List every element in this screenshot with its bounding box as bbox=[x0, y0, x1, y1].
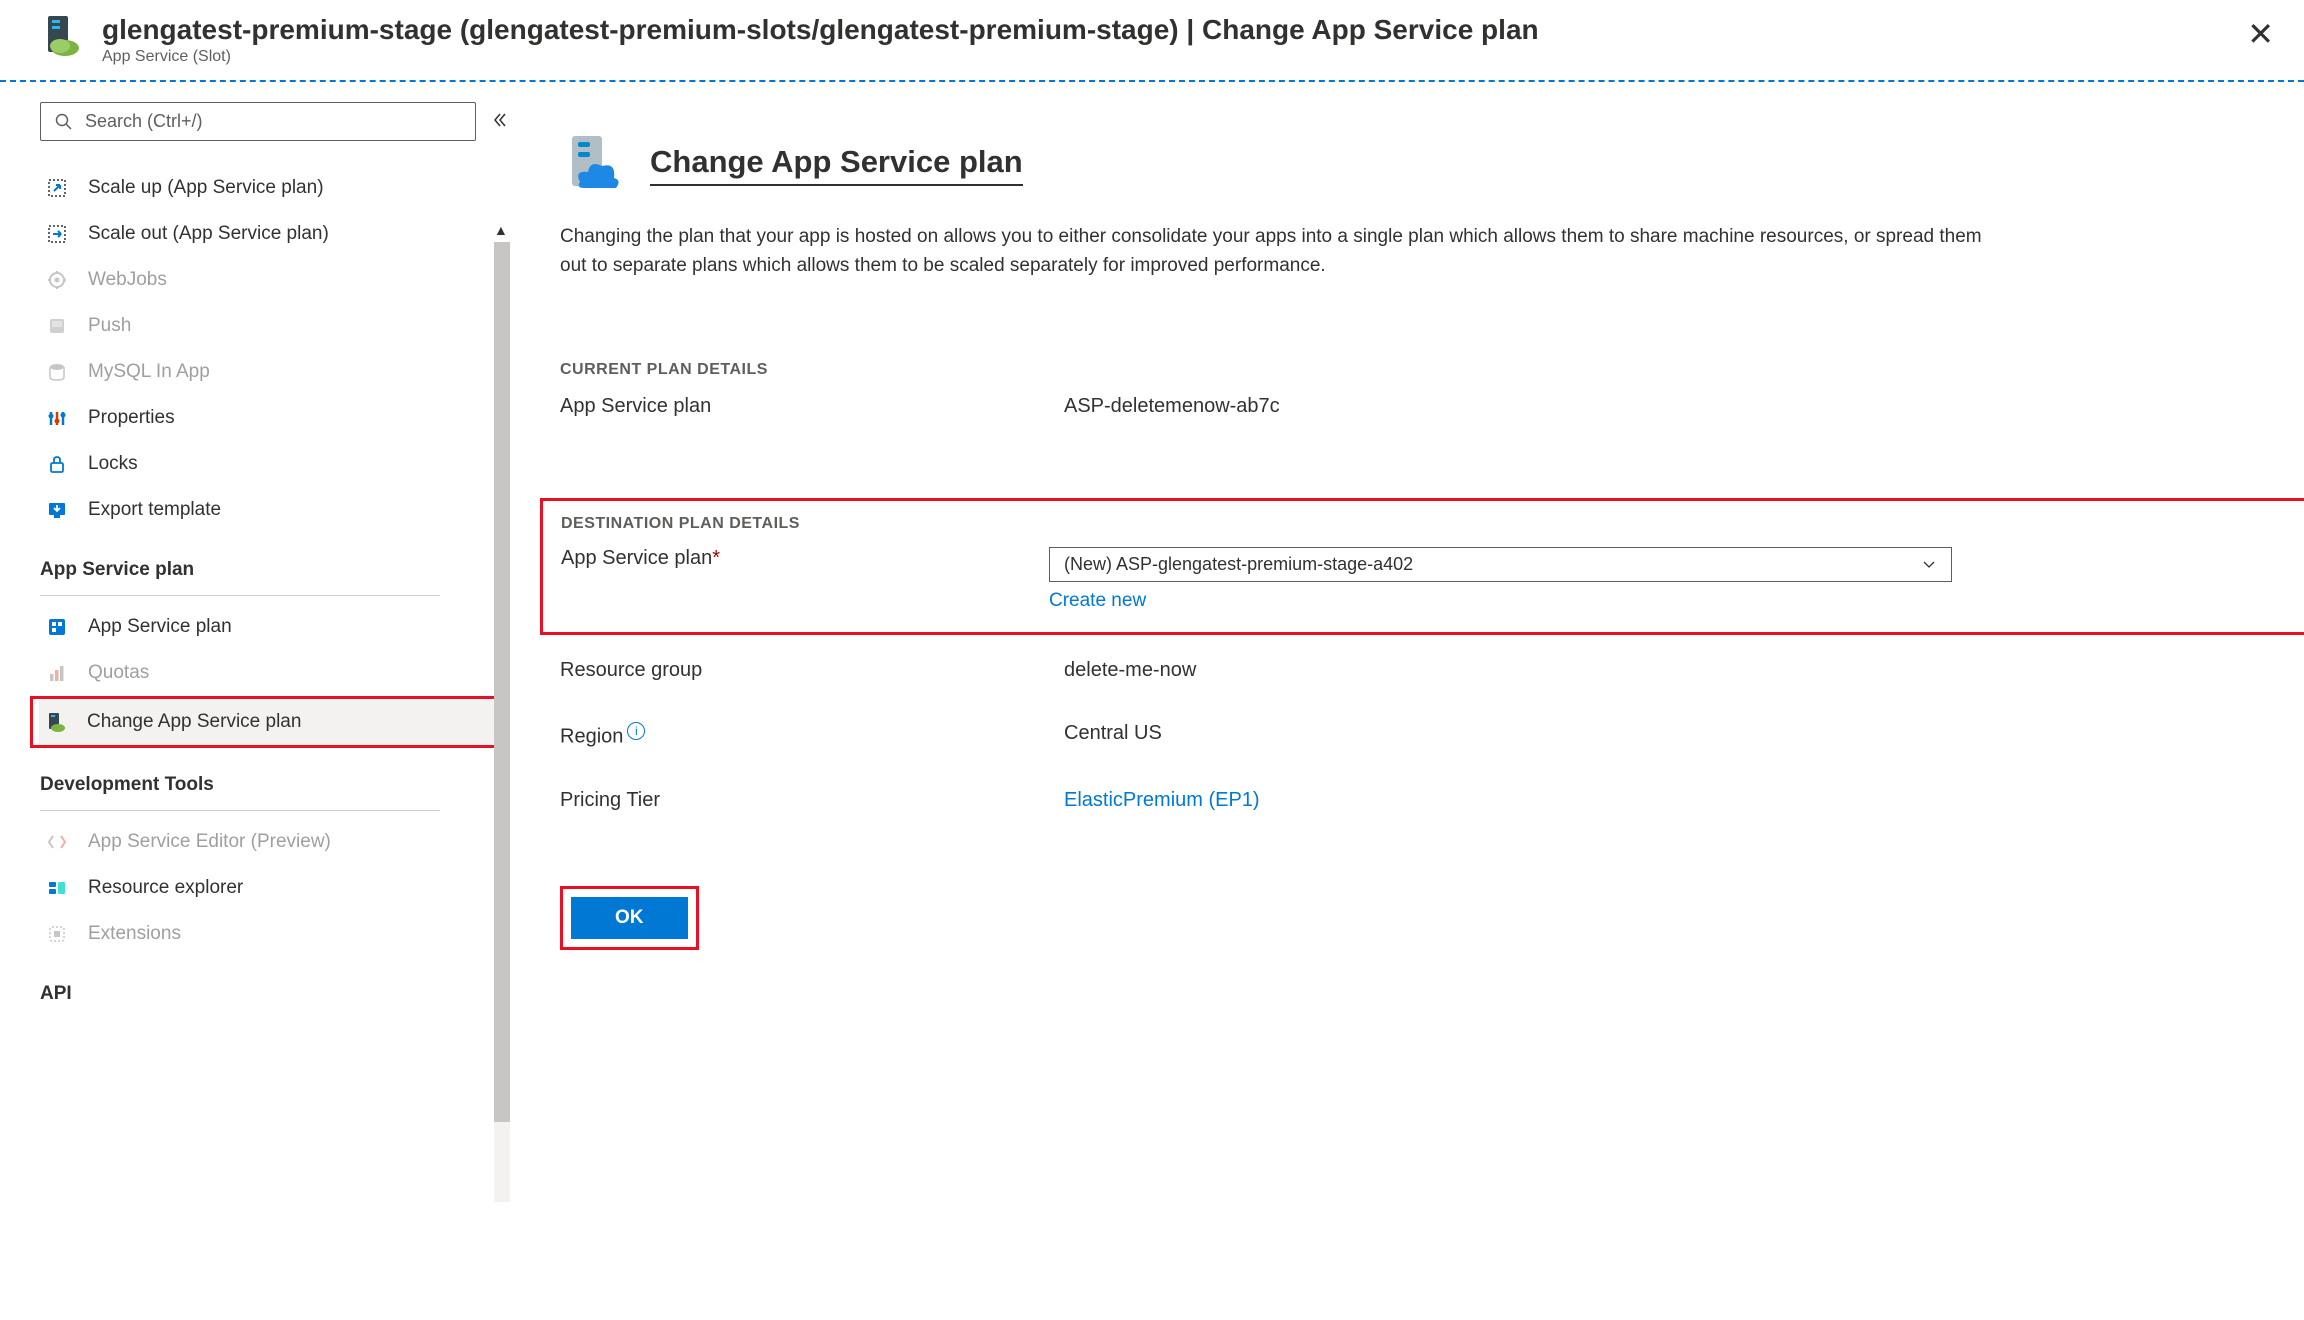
close-icon[interactable]: ✕ bbox=[2247, 18, 2274, 50]
app-service-plan-icon bbox=[560, 132, 626, 198]
current-plan-section-label: CURRENT PLAN DETAILS bbox=[560, 361, 2304, 379]
sidebar-item-webjobs[interactable]: WebJobs bbox=[40, 257, 508, 303]
sidebar-item-resource-explorer[interactable]: Resource explorer bbox=[40, 865, 508, 911]
search-icon bbox=[55, 113, 73, 131]
asp-icon bbox=[44, 614, 70, 640]
editor-icon bbox=[44, 829, 70, 855]
sidebar-item-label: Extensions bbox=[88, 923, 181, 945]
sidebar-item-app-service-plan[interactable]: App Service plan bbox=[40, 604, 508, 650]
webjobs-icon bbox=[44, 267, 70, 293]
sidebar-item-properties[interactable]: Properties bbox=[40, 395, 508, 441]
sidebar-item-label: Export template bbox=[88, 499, 221, 521]
sidebar-item-label: Scale out (App Service plan) bbox=[88, 223, 329, 245]
pricing-tier-link[interactable]: ElasticPremium (EP1) bbox=[1064, 789, 1260, 812]
scroll-arrow-up-icon[interactable]: ▲ bbox=[494, 222, 510, 238]
app-service-slot-icon bbox=[40, 14, 84, 58]
mysql-icon bbox=[44, 359, 70, 385]
sidebar-item-label: Properties bbox=[88, 407, 175, 429]
sidebar-item-extensions[interactable]: Extensions bbox=[40, 911, 508, 957]
current-plan-value: ASP-deletemenow-ab7c bbox=[1064, 395, 1280, 418]
main-content: Change App Service plan Changing the pla… bbox=[520, 82, 2304, 1318]
sidebar-item-highlight: Change App Service plan bbox=[30, 696, 508, 748]
export-icon bbox=[44, 497, 70, 523]
resource-explorer-icon bbox=[44, 875, 70, 901]
page-description: Changing the plan that your app is hoste… bbox=[560, 222, 2000, 281]
info-icon[interactable]: i bbox=[627, 722, 645, 740]
search-placeholder: Search (Ctrl+/) bbox=[85, 111, 203, 132]
divider bbox=[40, 810, 440, 811]
sidebar-item-label: Quotas bbox=[88, 662, 149, 684]
push-icon bbox=[44, 313, 70, 339]
region-label: Regioni bbox=[560, 722, 1064, 749]
sidebar-item-label: Scale up (App Service plan) bbox=[88, 177, 324, 199]
destination-plan-dropdown[interactable]: (New) ASP-glengatest-premium-stage-a402 bbox=[1049, 547, 1952, 582]
sidebar-item-label: App Service plan bbox=[88, 616, 232, 638]
sidebar-item-mysql-in-app[interactable]: MySQL In App bbox=[40, 349, 508, 395]
locks-icon bbox=[44, 451, 70, 477]
sidebar-item-label: MySQL In App bbox=[88, 361, 210, 383]
sidebar-item-scale-out-app-service-plan[interactable]: Scale out (App Service plan) bbox=[40, 211, 508, 257]
ok-button[interactable]: OK bbox=[571, 897, 688, 939]
ok-button-highlight: OK bbox=[560, 886, 699, 950]
sidebar-section-app-service-plan: App Service plan bbox=[40, 533, 508, 591]
sidebar-item-app-service-editor-preview[interactable]: App Service Editor (Preview) bbox=[40, 819, 508, 865]
sidebar-item-label: Push bbox=[88, 315, 131, 337]
destination-plan-highlight: DESTINATION PLAN DETAILS App Service pla… bbox=[540, 498, 2304, 635]
blade-header: glengatest-premium-stage (glengatest-pre… bbox=[0, 0, 2304, 82]
destination-plan-label: App Service plan* bbox=[561, 547, 1049, 570]
region-value: Central US bbox=[1064, 722, 1162, 745]
create-new-link[interactable]: Create new bbox=[1049, 590, 1952, 612]
extensions-icon bbox=[44, 921, 70, 947]
sidebar-section-development-tools: Development Tools bbox=[40, 748, 508, 806]
destination-plan-section-label: DESTINATION PLAN DETAILS bbox=[561, 515, 1952, 533]
sidebar-item-label: Resource explorer bbox=[88, 877, 243, 899]
chevron-down-icon bbox=[1921, 556, 1937, 572]
sidebar-item-change-app-service-plan[interactable]: Change App Service plan bbox=[39, 699, 505, 745]
current-plan-label: App Service plan bbox=[560, 395, 1064, 418]
page-title: Change App Service plan bbox=[650, 144, 1023, 186]
resource-group-label: Resource group bbox=[560, 659, 1064, 682]
scale-out-icon bbox=[44, 221, 70, 247]
blade-subtitle: App Service (Slot) bbox=[102, 48, 2280, 66]
destination-plan-selected-value: (New) ASP-glengatest-premium-stage-a402 bbox=[1064, 554, 1413, 575]
sidebar-item-label: App Service Editor (Preview) bbox=[88, 831, 331, 853]
sidebar-item-scale-up-app-service-plan[interactable]: Scale up (App Service plan) bbox=[40, 165, 508, 211]
blade-title: glengatest-premium-stage (glengatest-pre… bbox=[102, 14, 2280, 46]
search-input[interactable]: Search (Ctrl+/) bbox=[40, 102, 476, 141]
sidebar: Search (Ctrl+/) Scale up (App Service pl… bbox=[0, 82, 520, 1318]
properties-icon bbox=[44, 405, 70, 431]
scale-up-icon bbox=[44, 175, 70, 201]
sidebar-item-push[interactable]: Push bbox=[40, 303, 508, 349]
sidebar-item-label: WebJobs bbox=[88, 269, 167, 291]
divider bbox=[40, 595, 440, 596]
resource-group-value: delete-me-now bbox=[1064, 659, 1196, 682]
sidebar-item-quotas[interactable]: Quotas bbox=[40, 650, 508, 696]
sidebar-item-label: Locks bbox=[88, 453, 138, 475]
quotas-icon bbox=[44, 660, 70, 686]
sidebar-item-label: Change App Service plan bbox=[87, 711, 301, 733]
sidebar-section-api: API bbox=[40, 957, 508, 1015]
collapse-sidebar-icon[interactable] bbox=[490, 111, 508, 132]
sidebar-item-locks[interactable]: Locks bbox=[40, 441, 508, 487]
change-asp-icon bbox=[43, 709, 69, 735]
sidebar-item-export-template[interactable]: Export template bbox=[40, 487, 508, 533]
pricing-tier-label: Pricing Tier bbox=[560, 789, 1064, 812]
scrollbar-thumb[interactable] bbox=[494, 242, 510, 1122]
